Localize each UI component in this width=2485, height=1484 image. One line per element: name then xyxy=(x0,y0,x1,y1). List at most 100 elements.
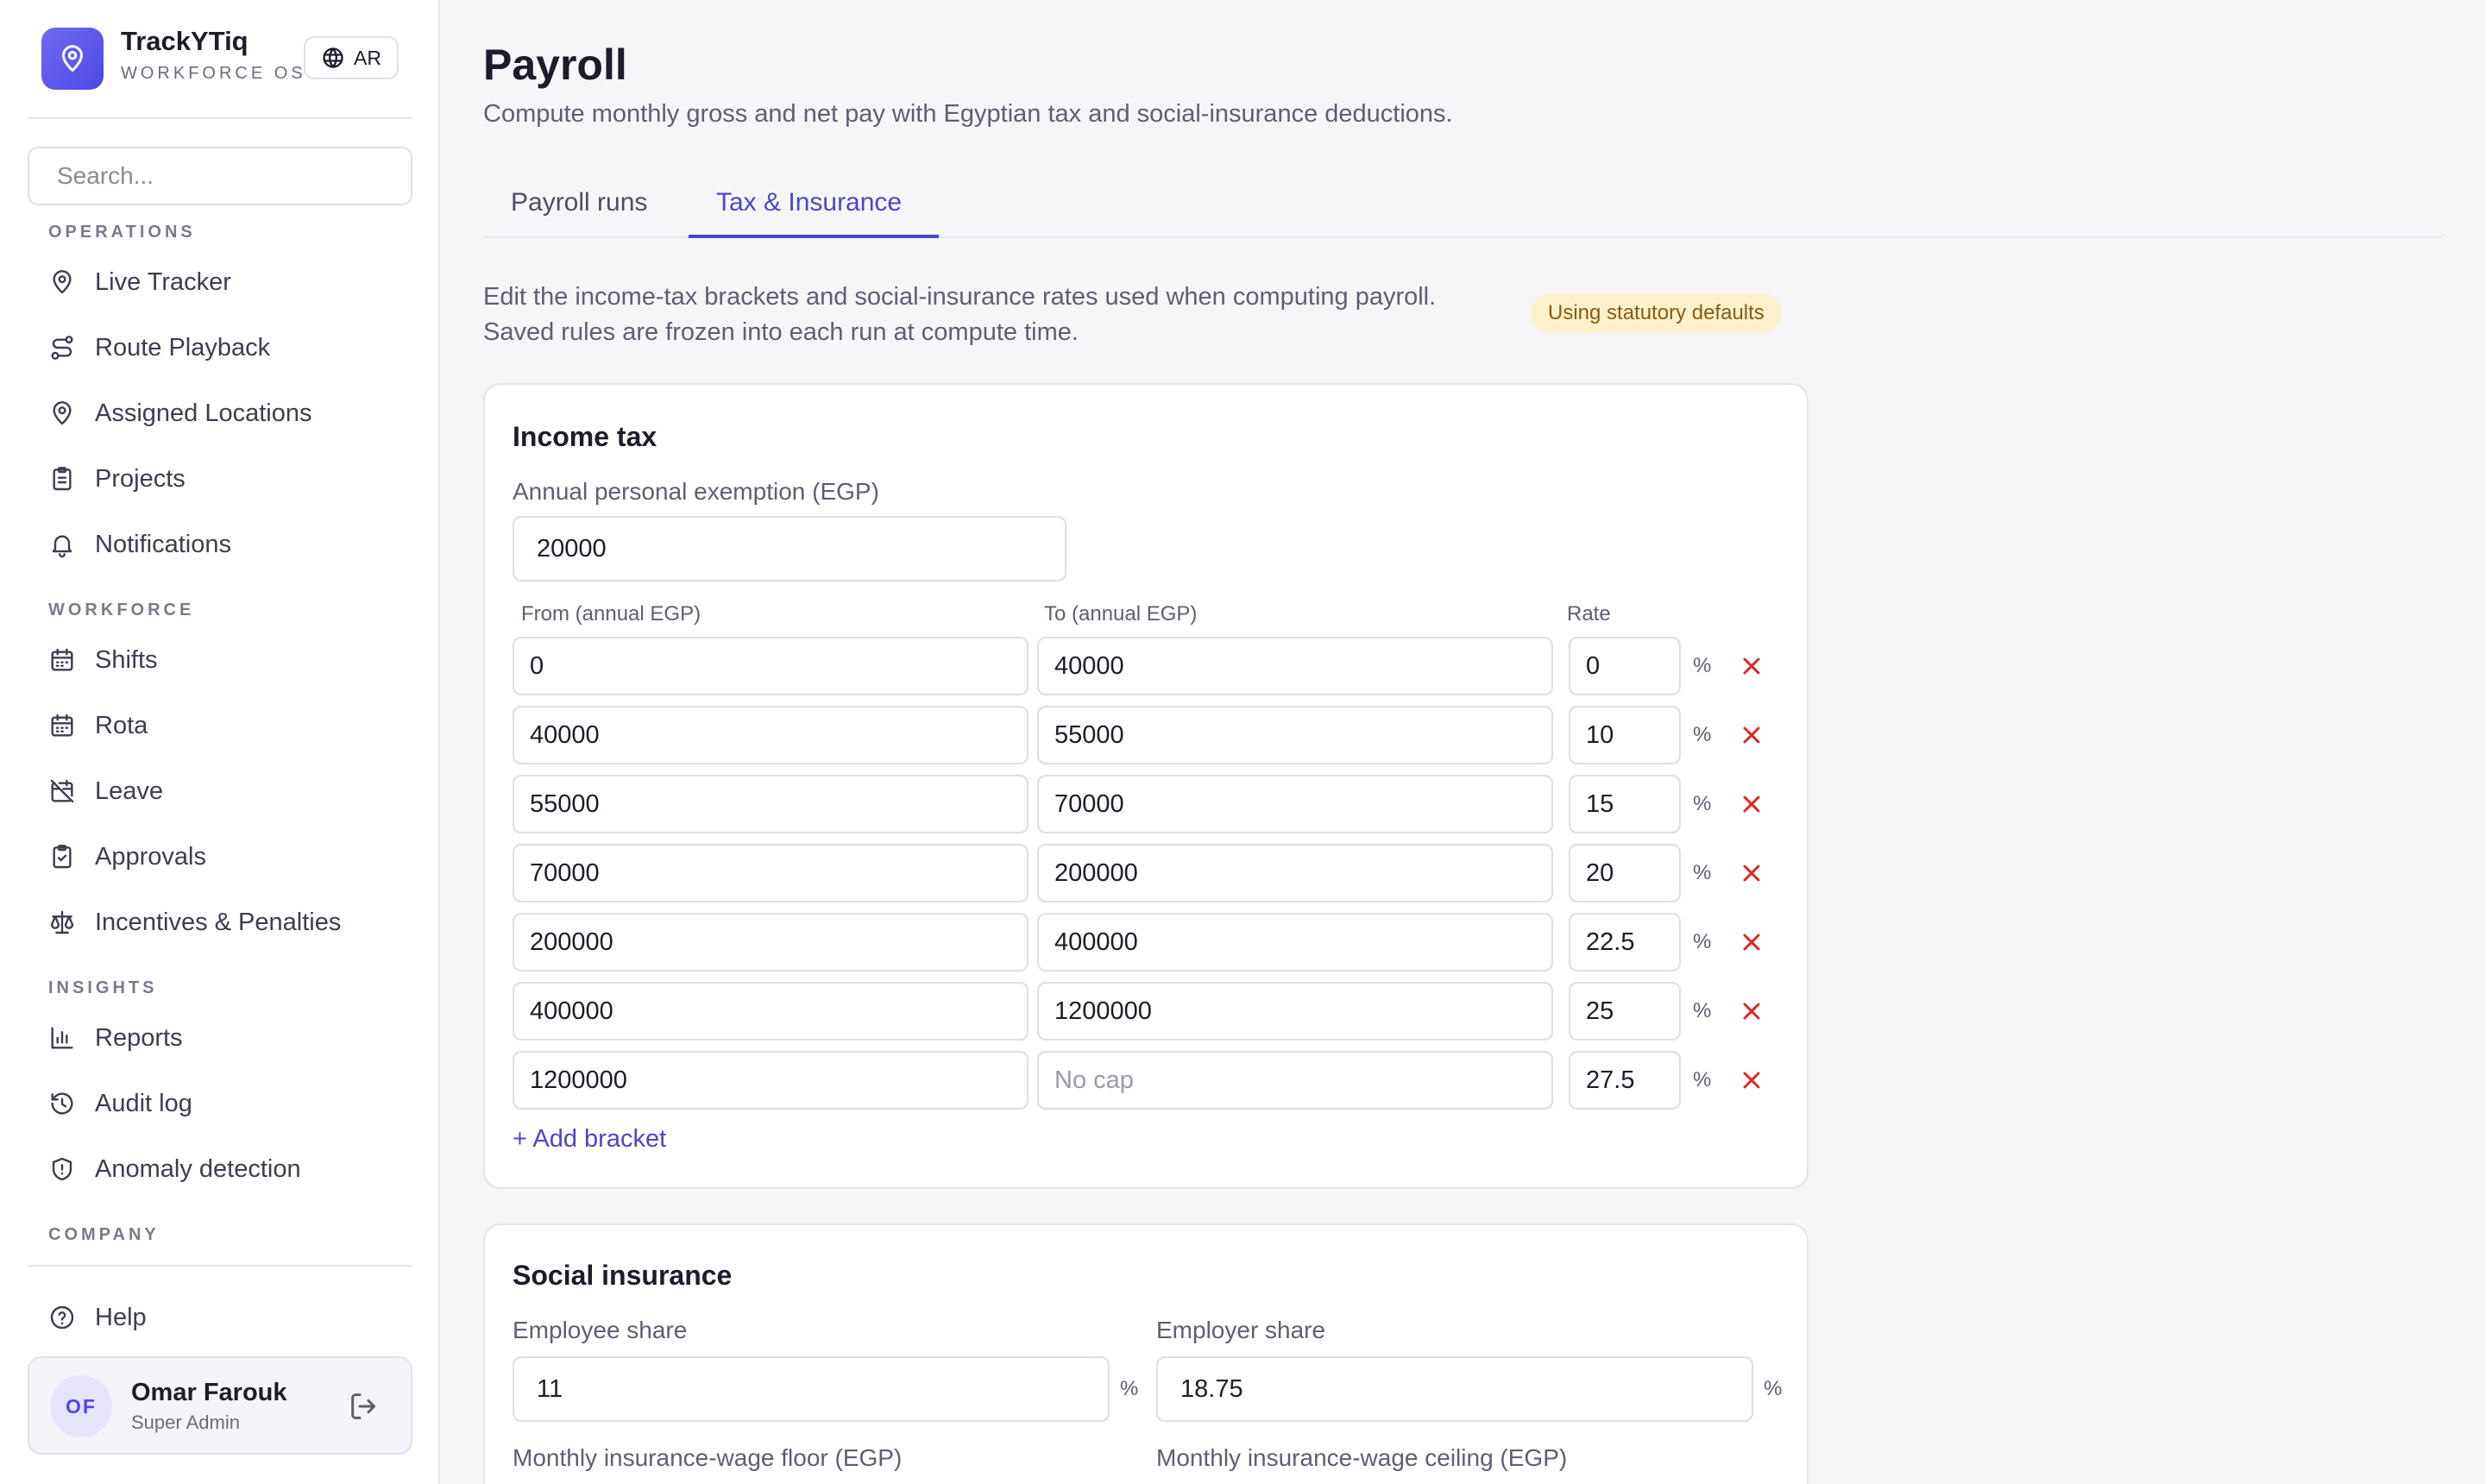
sidebar-item-label: Audit log xyxy=(95,1089,192,1117)
map-pin-icon xyxy=(53,270,72,294)
sidebar-item-label: Rota xyxy=(95,711,148,739)
social-insurance-card: Social insurance Employee share % Employ… xyxy=(483,1223,1809,1484)
tab-bar: Payroll runs Tax & Insurance xyxy=(483,173,2442,238)
logout-icon[interactable] xyxy=(347,1389,381,1424)
bracket-to-input[interactable] xyxy=(1037,775,1553,833)
sidebar-item-leave[interactable]: Leave xyxy=(48,770,163,813)
bar-chart-icon xyxy=(51,1027,73,1049)
brand-subtitle: WORKFORCE OS xyxy=(121,64,306,83)
sidebar-item-projects[interactable]: Projects xyxy=(48,457,186,500)
sidebar: TrackYTiq WORKFORCE OS AR OPERATIONS Liv… xyxy=(0,0,440,1484)
tab-tax-insurance[interactable]: Tax & Insurance xyxy=(689,188,939,238)
sidebar-item-label: Incentives & Penalties xyxy=(95,908,342,936)
bracket-to-input[interactable] xyxy=(1037,913,1553,972)
sidebar-item-label: Shifts xyxy=(95,645,158,674)
sidebar-item-assigned-locations[interactable]: Assigned Locations xyxy=(48,392,312,435)
sidebar-item-anomaly-detection[interactable]: Anomaly detection xyxy=(48,1148,301,1191)
column-header-rate: Rate xyxy=(1567,602,1611,626)
sidebar-item-label: Leave xyxy=(95,777,164,805)
language-toggle-button[interactable]: AR xyxy=(304,36,399,79)
language-label: AR xyxy=(354,46,381,69)
user-card: OF Omar Farouk Super Admin xyxy=(28,1356,412,1455)
close-icon[interactable] xyxy=(1738,1066,1765,1094)
percent-symbol: % xyxy=(1693,654,1712,677)
sidebar-item-notifications[interactable]: Notifications xyxy=(48,523,231,566)
employer-share-input[interactable] xyxy=(1156,1356,1753,1422)
bracket-rate-input[interactable] xyxy=(1569,844,1681,902)
history-icon xyxy=(51,1092,73,1115)
sidebar-item-rota[interactable]: Rota xyxy=(48,704,148,747)
bracket-rate-input[interactable] xyxy=(1569,982,1681,1041)
percent-symbol: % xyxy=(1764,1377,1783,1400)
exemption-input[interactable] xyxy=(513,516,1066,582)
bracket-rate-input[interactable] xyxy=(1569,637,1681,695)
scale-icon xyxy=(50,910,74,934)
sidebar-item-shifts[interactable]: Shifts xyxy=(48,638,158,682)
wage-floor-label: Monthly insurance-wage floor (EGP) xyxy=(513,1444,903,1471)
sidebar-item-live-tracker[interactable]: Live Tracker xyxy=(48,261,231,304)
page-title: Payroll xyxy=(483,41,627,89)
close-icon[interactable] xyxy=(1738,997,1765,1025)
close-icon[interactable] xyxy=(1738,721,1765,749)
card-title: Income tax xyxy=(513,421,657,452)
column-header-from: From (annual EGP) xyxy=(521,602,701,626)
sidebar-item-label: Approvals xyxy=(95,842,206,871)
employee-share-input[interactable] xyxy=(513,1356,1110,1422)
sidebar-item-reports[interactable]: Reports xyxy=(48,1016,183,1060)
bracket-from-input[interactable] xyxy=(513,982,1029,1041)
percent-symbol: % xyxy=(1693,723,1712,746)
bracket-rate-input[interactable] xyxy=(1569,1051,1681,1110)
sidebar-item-approvals[interactable]: Approvals xyxy=(48,835,206,878)
bracket-from-input[interactable] xyxy=(513,775,1029,833)
sidebar-item-route-playback[interactable]: Route Playback xyxy=(48,326,270,369)
bracket-to-input[interactable] xyxy=(1037,637,1553,695)
bracket-rate-input[interactable] xyxy=(1569,775,1681,833)
percent-symbol: % xyxy=(1693,1068,1712,1091)
sidebar-item-label: Projects xyxy=(95,464,186,493)
help-circle-icon xyxy=(50,1305,74,1330)
sidebar-item-audit-log[interactable]: Audit log xyxy=(48,1082,192,1125)
close-icon[interactable] xyxy=(1738,859,1765,887)
calendar-icon xyxy=(51,714,73,737)
status-badge: Using statutory defaults xyxy=(1531,293,1782,333)
brand-name: TrackYTiq xyxy=(121,26,248,56)
bracket-from-input[interactable] xyxy=(513,844,1029,902)
brand: TrackYTiq WORKFORCE OS AR xyxy=(41,26,409,91)
column-header-to: To (annual EGP) xyxy=(1044,602,1198,626)
bracket-from-input[interactable] xyxy=(513,706,1029,764)
bracket-to-input[interactable] xyxy=(1037,982,1553,1041)
close-icon[interactable] xyxy=(1738,928,1765,956)
sidebar-divider xyxy=(28,117,412,119)
avatar: OF xyxy=(50,1375,112,1437)
search-input[interactable] xyxy=(28,147,412,205)
exemption-label: Annual personal exemption (EGP) xyxy=(513,478,879,505)
calendar-off-icon xyxy=(50,779,74,803)
percent-symbol: % xyxy=(1120,1377,1139,1400)
close-icon[interactable] xyxy=(1738,790,1765,818)
tab-payroll-runs[interactable]: Payroll runs xyxy=(511,188,647,238)
bracket-rate-input[interactable] xyxy=(1569,706,1681,764)
sidebar-item-label: Live Tracker xyxy=(95,267,231,296)
brand-logo[interactable] xyxy=(41,28,104,90)
add-bracket-button[interactable]: + Add bracket xyxy=(513,1125,666,1154)
map-pin-icon xyxy=(53,401,72,425)
sidebar-item-label: Help xyxy=(95,1303,147,1331)
clipboard-icon xyxy=(53,467,72,491)
section-title-company: COMPANY xyxy=(48,1225,160,1244)
sidebar-item-incentives-penalties[interactable]: Incentives & Penalties xyxy=(48,901,341,944)
bracket-from-input[interactable] xyxy=(513,637,1029,695)
close-icon[interactable] xyxy=(1738,652,1765,680)
user-role: Super Admin xyxy=(131,1412,240,1433)
bracket-to-input[interactable] xyxy=(1037,1051,1553,1110)
sidebar-item-label: Notifications xyxy=(95,530,231,558)
bracket-from-input[interactable] xyxy=(513,1051,1029,1110)
section-title-operations: OPERATIONS xyxy=(48,223,196,242)
income-tax-card: Income tax Annual personal exemption (EG… xyxy=(483,383,1809,1189)
bracket-to-input[interactable] xyxy=(1037,844,1553,902)
employer-share-label: Employer share xyxy=(1156,1317,1326,1343)
bracket-to-input[interactable] xyxy=(1037,706,1553,764)
bracket-from-input[interactable] xyxy=(513,913,1029,972)
sidebar-item-help[interactable]: Help xyxy=(48,1296,147,1339)
map-pin-icon xyxy=(62,45,83,72)
bracket-rate-input[interactable] xyxy=(1569,913,1681,972)
